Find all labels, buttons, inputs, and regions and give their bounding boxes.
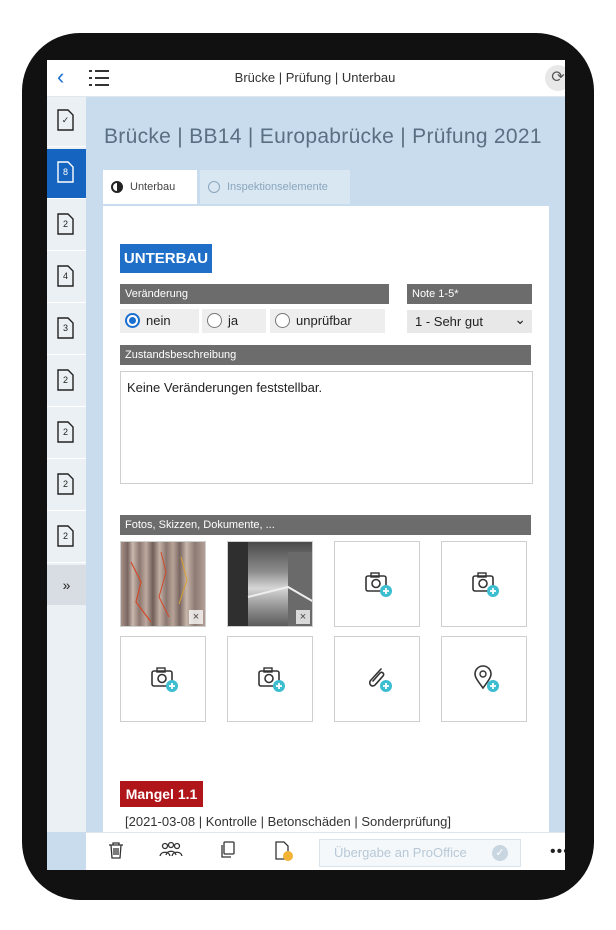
photo-thumbnail[interactable]: × [227,541,313,627]
more-options-icon[interactable]: ••• [550,843,565,861]
photo-thumbnail[interactable]: × [120,541,206,627]
change-label: Veränderung [120,284,389,304]
add-photo-icon [472,572,499,597]
sidebar-item-5[interactable]: 3 [47,305,86,355]
sidebar-item-6[interactable]: 2 [47,357,86,407]
trash-icon[interactable] [106,841,126,863]
chevron-down-icon: ⌄ [514,311,526,327]
document-icon: 2 [57,421,74,443]
tab-unterbau[interactable]: Unterbau [103,170,197,204]
document-icon: 2 [57,213,74,235]
content-panel: UNTERBAU Veränderung Note 1-5* nein ja u… [103,206,549,870]
add-photo-icon [258,667,285,692]
add-attachment-icon [368,668,392,692]
app-screen: ‹ Brücke | Prüfung | Unterbau ⟳ ✓ 8 2 4 … [47,60,565,870]
media-label: Fotos, Skizzen, Dokumente, ... [120,515,531,535]
document-check-icon: ✓ [57,109,74,131]
sidebar-item-3[interactable]: 2 [47,201,86,251]
bottom-toolbar: Übergabe an ProOffice ✓ ••• [86,832,565,870]
half-circle-icon [111,181,123,193]
topbar-title: Brücke | Prüfung | Unterbau [234,70,396,85]
remove-photo-icon[interactable]: × [296,610,310,624]
sidebar-item-2[interactable]: 8 [47,149,86,199]
add-photo-icon [365,572,392,597]
add-photo-button[interactable] [334,541,420,627]
people-icon[interactable] [158,841,184,863]
add-location-icon [474,665,499,692]
grade-select[interactable]: 1 - Sehr gut ⌄ [407,310,532,333]
pdf-icon[interactable] [274,841,294,863]
document-icon: 2 [57,525,74,547]
add-attachment-button[interactable] [334,636,420,722]
list-icon[interactable] [89,69,109,87]
sync-icon[interactable]: ⟳ [545,65,565,91]
add-photo-button[interactable] [441,541,527,627]
radio-unpruefbar[interactable]: unprüfbar [270,309,385,333]
tab-inspektionselemente[interactable]: Inspektionselemente [200,170,350,204]
add-photo-button[interactable] [120,636,206,722]
defect-subtitle: [2021-03-08 | Kontrolle | Betonschäden |… [125,814,451,829]
sidebar-item-9[interactable]: 2 [47,513,86,563]
description-label: Zustandsbeschreibung [120,345,531,365]
sidebar-expand-button[interactable]: » [47,565,86,605]
sidebar-item-7[interactable]: 2 [47,409,86,459]
sidebar-item-8[interactable]: 2 [47,461,86,511]
sidebar: ✓ 8 2 4 3 2 2 2 2 » [47,97,86,832]
radio-unchecked-icon [275,313,290,328]
description-textarea[interactable]: Keine Veränderungen feststellbar. [120,371,533,484]
add-location-button[interactable] [441,636,527,722]
remove-photo-icon[interactable]: × [189,610,203,624]
radio-unchecked-icon [207,313,222,328]
add-photo-button[interactable] [227,636,313,722]
grade-label: Note 1-5* [407,284,532,304]
radio-nein[interactable]: nein [120,309,199,333]
add-photo-icon [151,667,178,692]
document-icon: 2 [57,473,74,495]
document-icon: 2 [57,369,74,391]
section-title: UNTERBAU [120,244,212,273]
circle-icon [208,181,220,193]
document-icon: 8 [57,161,74,183]
chevron-left-icon[interactable]: ‹ [57,66,64,88]
handover-button[interactable]: Übergabe an ProOffice ✓ [319,839,521,867]
radio-ja[interactable]: ja [202,309,266,333]
copy-icon[interactable] [218,841,238,863]
document-icon: 4 [57,265,74,287]
check-circle-icon: ✓ [492,845,508,861]
radio-checked-icon [125,313,140,328]
top-bar: ‹ Brücke | Prüfung | Unterbau ⟳ [47,60,565,97]
document-icon: 3 [57,317,74,339]
sidebar-item-4[interactable]: 4 [47,253,86,303]
page-title: Brücke | BB14 | Europabrücke | Prüfung 2… [104,125,542,148]
sidebar-item-1[interactable]: ✓ [47,97,86,147]
defect-title[interactable]: Mangel 1.1 [120,781,203,807]
